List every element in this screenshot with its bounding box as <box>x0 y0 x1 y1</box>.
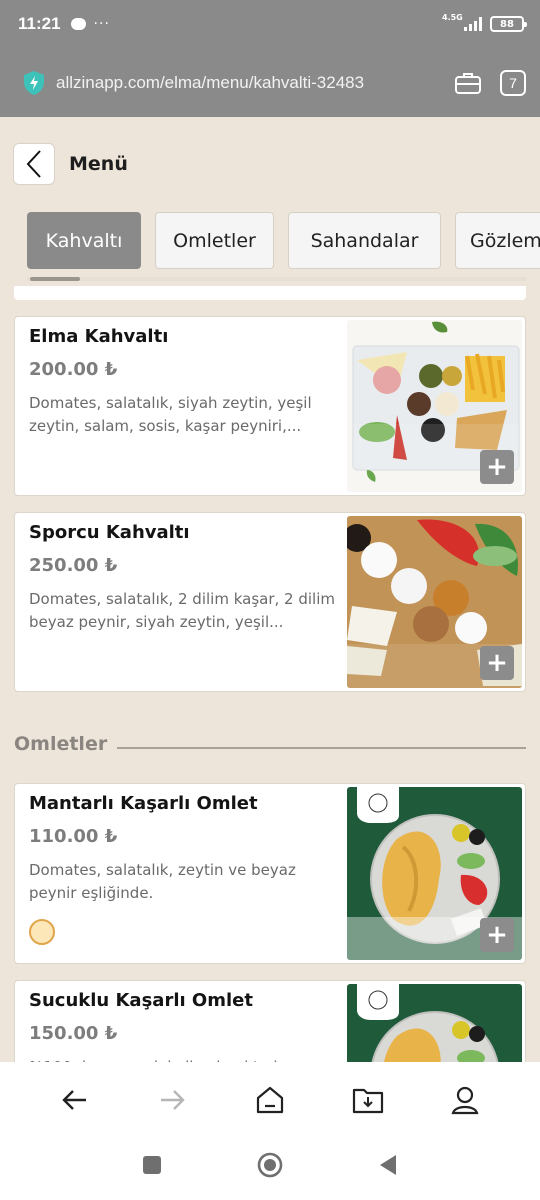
system-back-icon[interactable] <box>378 1154 398 1176</box>
product-price: 110.00 ₺ <box>29 826 118 847</box>
product-description: Domates, salatalık, 2 dilim kaşar, 2 dil… <box>29 590 335 631</box>
section-divider <box>117 747 526 749</box>
tab-count: 7 <box>509 74 517 91</box>
page-header: Menü <box>13 143 128 185</box>
product-card[interactable]: Mantarlı Kaşarlı Omlet 110.00 ₺ Domates,… <box>14 783 526 964</box>
network-type: 4.5G <box>442 13 463 22</box>
home-icon <box>256 1086 284 1114</box>
partial-card <box>14 286 526 300</box>
product-card[interactable]: Elma Kahvaltı 200.00 ₺ Domates, salatalı… <box>14 316 526 496</box>
tab-omletler[interactable]: Omletler <box>155 212 274 269</box>
product-name: Sucuklu Kaşarlı Omlet <box>29 990 253 1011</box>
download-folder-icon <box>352 1088 383 1114</box>
product-image: + <box>347 320 522 492</box>
back-button[interactable] <box>13 143 55 185</box>
status-bar: 11:21 ··· 4.5G 88 <box>0 0 540 48</box>
browser-bottom-nav <box>0 1062 540 1200</box>
profile-icon <box>451 1086 479 1115</box>
signal-icon: 4.5G <box>442 13 482 31</box>
more-notifications-icon: ··· <box>93 16 110 32</box>
product-image: + <box>347 787 522 960</box>
tab-gozleme[interactable]: Gözleme <box>455 212 540 269</box>
chevron-left-icon <box>26 150 41 178</box>
url-text[interactable]: allzinapp.com/elma/menu/kahvalti-32483 <box>56 73 364 93</box>
battery-icon: 88 <box>490 16 527 32</box>
nav-forward-button[interactable] <box>144 1080 200 1120</box>
category-tabs: Kahvaltı Omletler Sahandalar Gözleme <box>27 212 540 272</box>
battery-level: 88 <box>500 18 514 30</box>
product-card[interactable]: Sporcu Kahvaltı 250.00 ₺ Domates, salata… <box>14 512 526 692</box>
product-image: + <box>347 516 522 688</box>
add-to-cart-button[interactable]: + <box>480 450 514 484</box>
product-price: 150.00 ₺ <box>29 1023 118 1044</box>
add-to-cart-button[interactable]: + <box>480 918 514 952</box>
recent-apps-icon[interactable] <box>142 1155 162 1175</box>
product-name: Sporcu Kahvaltı <box>29 522 190 543</box>
system-home-icon[interactable] <box>257 1152 283 1178</box>
tab-switcher-button[interactable]: 7 <box>500 69 526 96</box>
arrow-right-icon <box>161 1090 186 1110</box>
tab-sahandalar[interactable]: Sahandalar <box>288 212 441 269</box>
nav-home-button[interactable] <box>242 1080 298 1120</box>
product-name: Mantarlı Kaşarlı Omlet <box>29 793 258 814</box>
url-bar[interactable]: allzinapp.com/elma/menu/kahvalti-32483 7 <box>0 48 540 117</box>
product-name: Elma Kahvaltı <box>29 326 169 347</box>
nav-back-button[interactable] <box>47 1080 103 1120</box>
section-header-omletler: Omletler <box>14 733 526 755</box>
page-title: Menü <box>69 153 128 175</box>
scrollbar-thumb[interactable] <box>30 277 80 281</box>
system-nav-bar <box>0 1152 540 1178</box>
vegetarian-badge-icon <box>29 919 55 945</box>
browser-chrome: 11:21 ··· 4.5G 88 allzinapp.com/elma/men… <box>0 0 540 117</box>
nav-profile-button[interactable] <box>437 1080 493 1120</box>
tab-kahvalti[interactable]: Kahvaltı <box>27 212 141 269</box>
status-time: 11:21 <box>18 14 61 33</box>
product-price: 200.00 ₺ <box>29 359 118 380</box>
product-description: Domates, salatalık, zeytin ve beyaz peyn… <box>29 861 296 902</box>
shield-icon <box>24 70 44 95</box>
nav-downloads-button[interactable] <box>340 1080 396 1120</box>
section-title: Omletler <box>14 733 108 755</box>
category-scrollbar[interactable] <box>27 277 527 281</box>
chat-notification-icon <box>70 18 86 30</box>
product-description: Domates, salatalık, siyah zeytin, yeşil … <box>29 394 312 435</box>
arrow-left-icon <box>62 1090 86 1110</box>
briefcase-icon[interactable] <box>454 71 482 95</box>
add-to-cart-button[interactable]: + <box>480 646 514 680</box>
product-price: 250.00 ₺ <box>29 555 118 576</box>
